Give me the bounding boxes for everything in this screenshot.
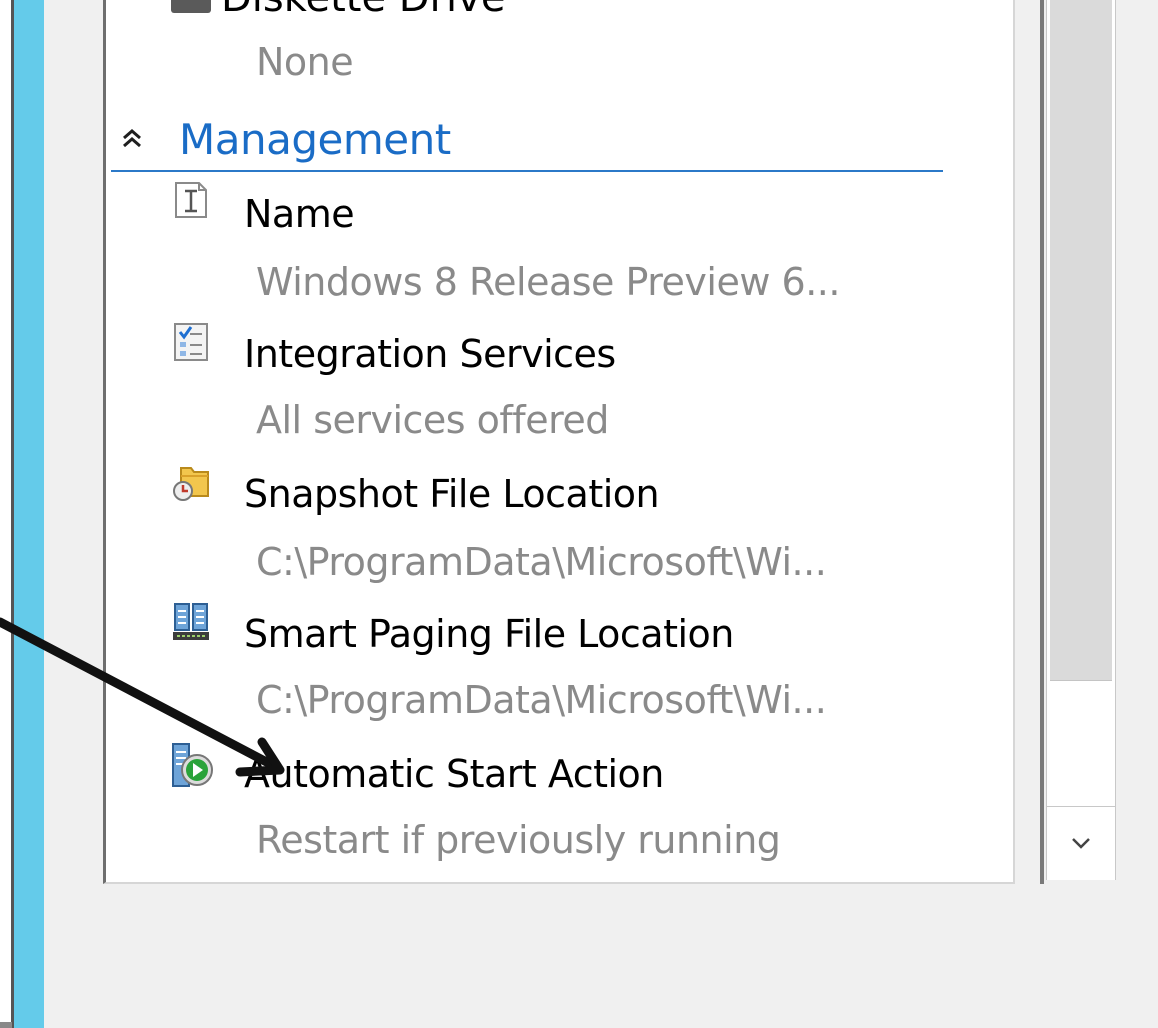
- left-window-edge: [0, 0, 14, 1028]
- vertical-scrollbar[interactable]: [1046, 0, 1116, 880]
- tree-item-value: Restart if previously running: [256, 818, 781, 862]
- tree-item-value: Windows 8 Release Preview 6...: [256, 260, 840, 304]
- tree-item-label: Integration Services: [244, 332, 616, 376]
- integration-services-icon: [174, 323, 208, 361]
- tree-item-value: C:\ProgramData\Microsoft\Wi...: [256, 540, 827, 584]
- tree-item-value: C:\ProgramData\Microsoft\Wi...: [256, 678, 827, 722]
- settings-tree-panel: Diskette Drive None Management Name Wind…: [103, 0, 1116, 884]
- automatic-start-icon: [172, 743, 213, 787]
- snapshot-folder-icon: [173, 467, 209, 501]
- scroll-down-icon: [1072, 838, 1090, 849]
- section-title: Management: [179, 114, 451, 164]
- tree-item-label: Diskette Drive: [221, 0, 505, 21]
- tree-item-diskette-drive[interactable]: Diskette Drive: [171, 0, 505, 21]
- scroll-down-button[interactable]: [1047, 806, 1115, 879]
- tree-item-label: Automatic Start Action: [244, 752, 664, 796]
- diskette-drive-icon: [171, 0, 211, 13]
- collapse-chevron-icon[interactable]: [115, 122, 149, 156]
- left-window-edge-cap: [0, 1022, 12, 1028]
- tree-item-label: Name: [244, 192, 355, 236]
- name-text-icon: [175, 182, 207, 218]
- blue-side-strip: [14, 0, 44, 1028]
- section-header-management[interactable]: Management: [111, 108, 943, 172]
- tree-item-value: None: [256, 40, 354, 84]
- tree-item-label: Snapshot File Location: [244, 472, 660, 516]
- tree-item-value: All services offered: [256, 398, 609, 442]
- smart-paging-icon: [173, 603, 209, 640]
- right-pane-divider: [1040, 0, 1044, 884]
- scrollbar-thumb[interactable]: [1050, 0, 1112, 681]
- tree-item-label: Smart Paging File Location: [244, 612, 734, 656]
